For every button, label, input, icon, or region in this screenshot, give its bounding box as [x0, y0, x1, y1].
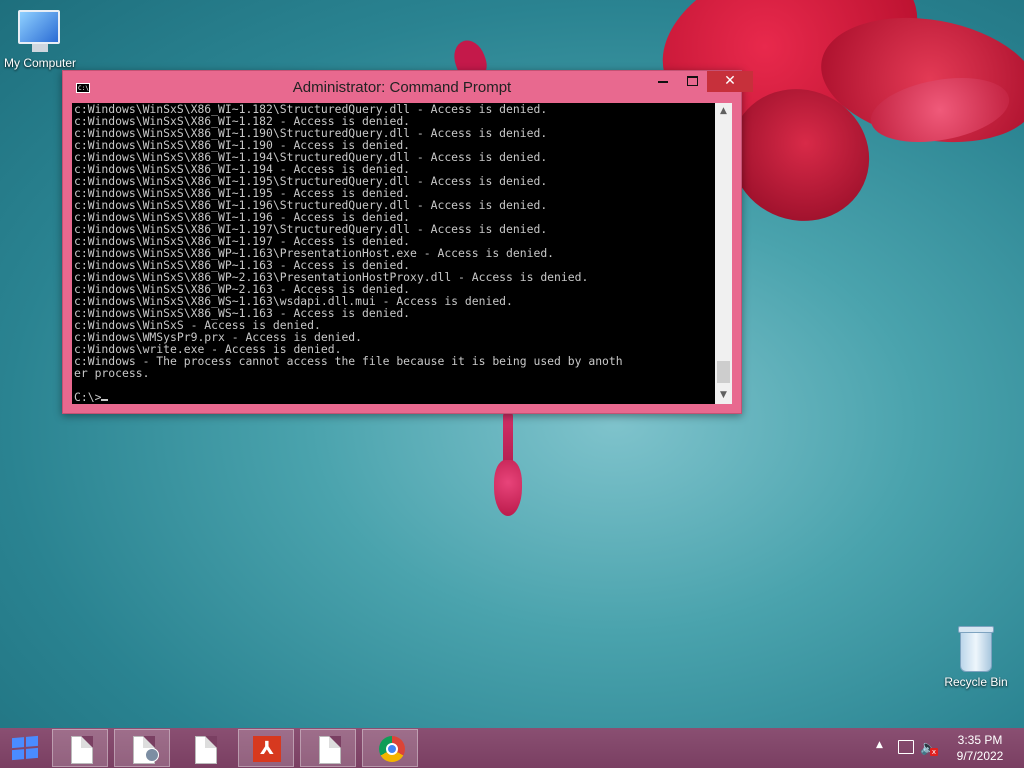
- window-titlebar[interactable]: C:\ Administrator: Command Prompt ✕: [63, 71, 753, 103]
- clock-date: 9/7/2022: [956, 749, 1004, 763]
- recycle-bin-icon: [958, 626, 994, 672]
- show-hidden-icons-arrow-icon[interactable]: ▲: [876, 740, 883, 750]
- minimize-button[interactable]: [649, 71, 677, 92]
- taskbar-app-document-2[interactable]: [176, 729, 232, 767]
- acrobat-icon: ⅄: [253, 736, 281, 762]
- windows-logo-icon: [12, 735, 38, 761]
- taskbar-clock[interactable]: 3:35 PM 9/7/2022: [948, 732, 1012, 764]
- taskbar-app-chrome[interactable]: [362, 729, 418, 767]
- taskbar-app-user-document[interactable]: [114, 729, 170, 767]
- desktop-icon-recycle-bin[interactable]: Recycle Bin: [936, 626, 1016, 689]
- text-cursor: [101, 399, 109, 401]
- maximize-icon: [686, 76, 698, 86]
- document-icon: [319, 736, 341, 764]
- user-icon: [145, 748, 159, 762]
- command-prompt-window[interactable]: C:\ Administrator: Command Prompt ✕ c:Wi…: [62, 70, 753, 414]
- chrome-icon: [379, 736, 405, 762]
- desktop-icon-my-computer[interactable]: My Computer: [0, 10, 80, 70]
- command-prompt-line[interactable]: C:\>: [74, 390, 101, 404]
- taskbar-app-document-3[interactable]: [300, 729, 356, 767]
- taskbar: ⅄ ▲ 🔈 x 3:35 PM 9/7/2022: [0, 728, 1024, 768]
- computer-icon: [18, 10, 60, 52]
- scrollbar-thumb[interactable]: [717, 361, 730, 383]
- scroll-up-arrow-icon[interactable]: ▲: [715, 103, 732, 120]
- window-title: Administrator: Command Prompt: [292, 79, 512, 96]
- console-output[interactable]: c:Windows\WinSxS\X86_WI~1.182\Structured…: [72, 103, 715, 404]
- scroll-down-arrow-icon[interactable]: ▼: [715, 387, 732, 404]
- clock-time: 3:35 PM: [957, 733, 1003, 747]
- document-icon: [195, 736, 217, 764]
- vertical-scrollbar[interactable]: ▲ ▼: [715, 103, 732, 404]
- network-icon[interactable]: [898, 740, 914, 754]
- start-button[interactable]: [0, 728, 48, 768]
- taskbar-app-document-1[interactable]: [52, 729, 108, 767]
- taskbar-app-acrobat[interactable]: ⅄: [238, 729, 294, 767]
- wallpaper-flower-bud: [494, 460, 522, 516]
- desktop-icon-label: My Computer: [3, 56, 77, 70]
- close-icon: ✕: [724, 73, 736, 89]
- console-text: c:Windows\WinSxS\X86_WI~1.182\Structured…: [74, 103, 623, 404]
- volume-muted-badge: x: [930, 748, 938, 756]
- close-button[interactable]: ✕: [707, 71, 753, 92]
- desktop-icon-label: Recycle Bin: [944, 675, 1008, 689]
- document-icon: [71, 736, 93, 764]
- maximize-button[interactable]: [678, 71, 706, 92]
- minimize-icon: [658, 81, 668, 83]
